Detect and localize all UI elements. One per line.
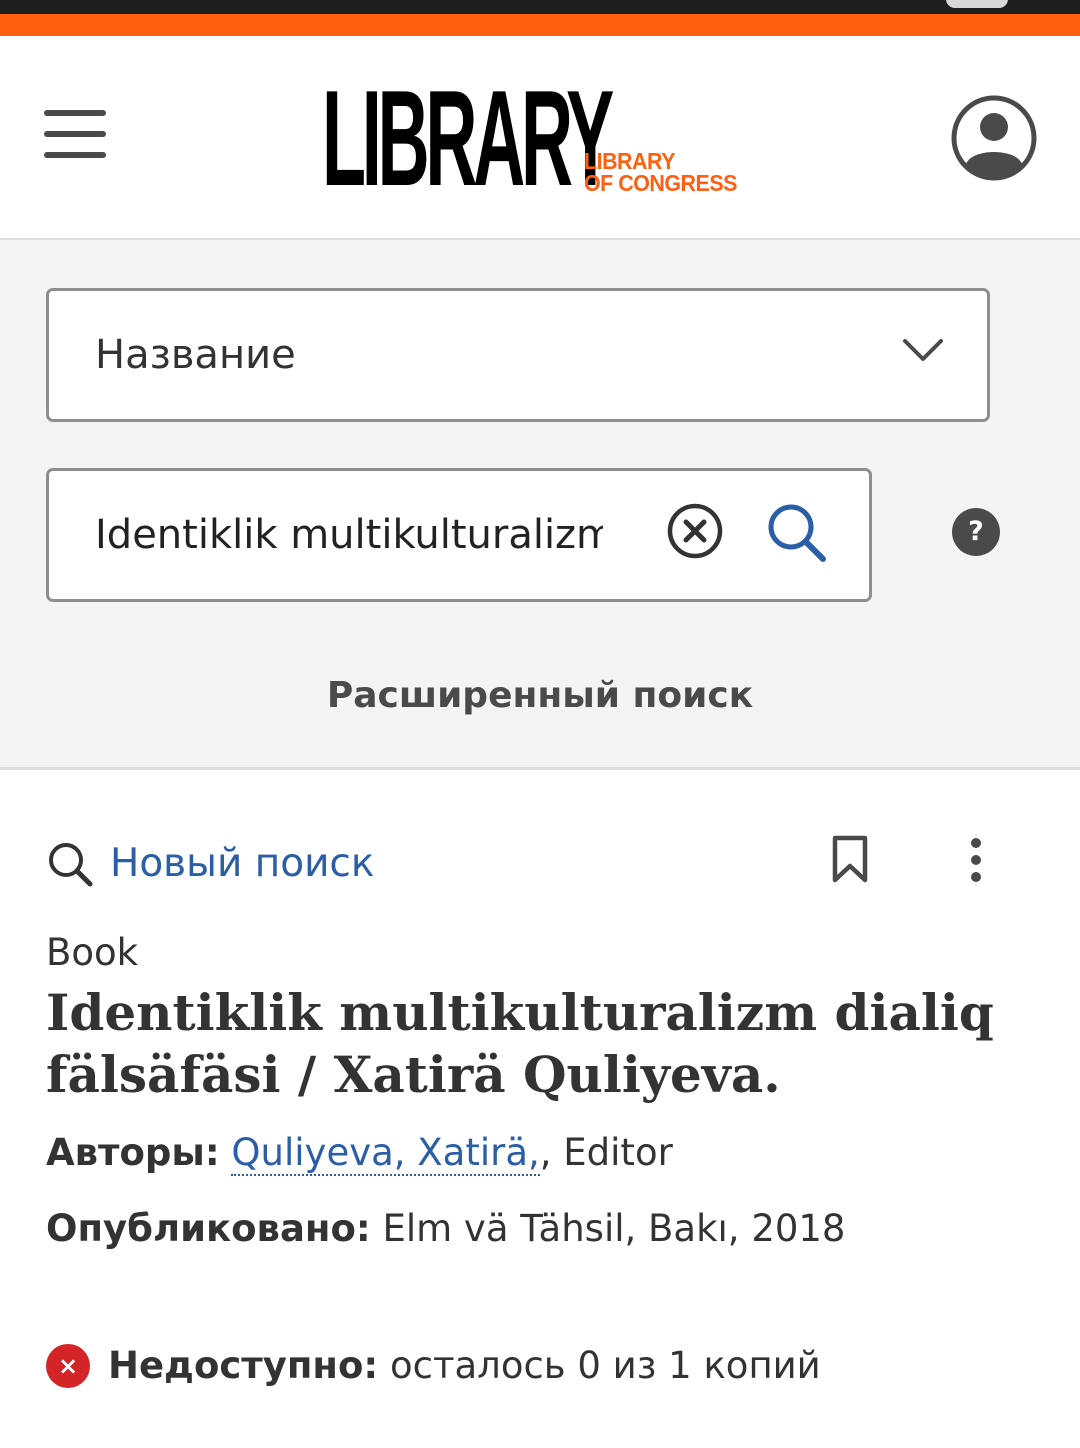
library-logo[interactable]: LIBRARY LIBRARY OF CONGRESS [322,70,752,206]
chevron-down-icon [903,339,943,361]
advanced-search-link[interactable]: Расширенный поиск [0,670,1080,722]
record-title: Identiklik multikulturalizm dialiq fälsä… [46,983,994,1104]
search-query-text[interactable]: Identiklik multikulturalizm [95,509,603,561]
clear-circle-x-icon[interactable] [665,501,725,561]
record-published: Опубликовано: Elm vä Tähsil, Bakı, 2018 [46,1204,1036,1254]
record-format: Book [46,931,139,974]
logo-subtitle-line2: OF CONGRESS [584,170,737,196]
published-value: Elm vä Tähsil, Bakı, 2018 [382,1207,846,1250]
unavailable-x-icon: × [46,1344,90,1388]
search-panel: Название Identiklik multikulturalizm ? Р… [0,240,1080,770]
new-search-label: Новый поиск [110,841,375,886]
search-field-select[interactable]: Название [46,288,990,422]
author-role: , Editor [539,1131,673,1174]
record-authors: Авторы: Quliyeva, Xatirä,, Editor [46,1128,1036,1178]
more-vertical-icon[interactable] [962,836,990,884]
published-label: Опубликовано: [46,1207,371,1250]
record-toolbar: Новый поиск [0,830,1080,900]
status-bar-icons [60,0,290,6]
search-icon [49,843,93,887]
logo-subtitle-line1: LIBRARY [584,148,676,174]
availability-text: Недоступно: осталось 0 из 1 копий [108,1340,821,1392]
brand-accent-bar [0,14,1080,36]
user-account-icon[interactable] [950,94,1038,182]
author-link[interactable]: Quliyeva, Xatirä, [231,1131,540,1176]
logo-wordmark: LIBRARY [322,62,614,214]
availability-label: Недоступно: [108,1344,379,1387]
help-icon[interactable]: ? [952,508,1000,556]
search-icon[interactable] [765,501,829,565]
record-details: Book Identiklik multikulturalizm dialiq … [46,930,1036,1254]
hamburger-menu-icon[interactable] [44,108,108,162]
search-field-selected: Название [95,332,296,378]
logo-subtitle: LIBRARY OF CONGRESS [584,148,737,196]
availability-detail: осталось 0 из 1 копий [389,1344,821,1387]
search-input[interactable]: Identiklik multikulturalizm [46,468,872,602]
battery-icon [946,0,1008,8]
system-status-bar [0,0,1080,14]
site-header: LIBRARY LIBRARY OF CONGRESS [0,36,1080,240]
bookmark-icon[interactable] [830,834,870,884]
authors-label: Авторы: [46,1131,220,1174]
